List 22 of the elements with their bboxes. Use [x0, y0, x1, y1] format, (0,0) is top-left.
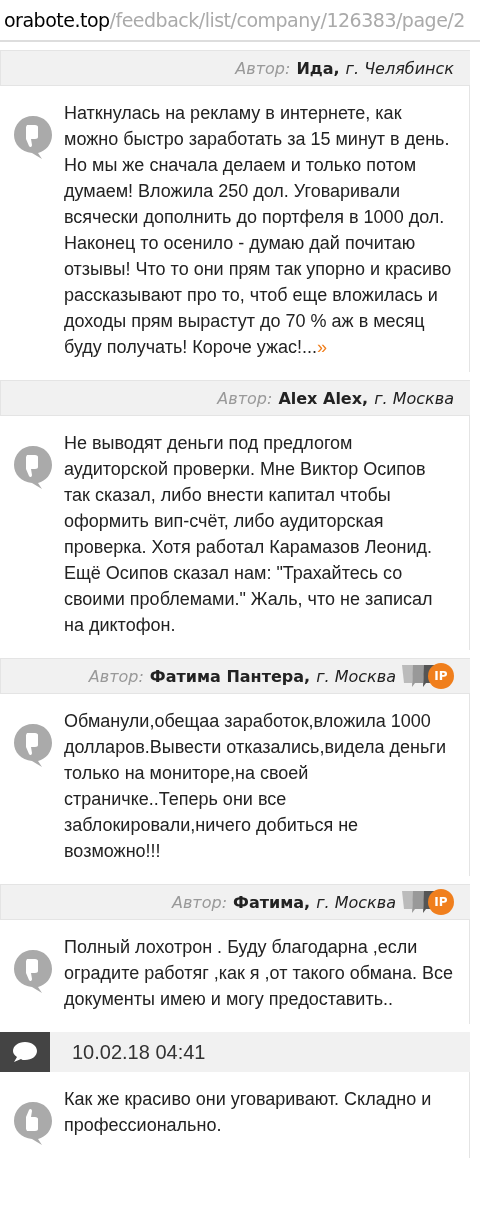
address-field[interactable]: orabote.top/feedback/list/company/126383/page/2: [4, 9, 465, 31]
author-label: Автор:: [172, 892, 227, 912]
ip-badge: IP: [428, 663, 454, 689]
author-name: Фатима Пантера,: [149, 666, 311, 686]
author-name: Фатима,: [233, 892, 311, 912]
author-label: Автор:: [235, 58, 291, 78]
review-text: Полный лохотрон . Буду благодарна ,если оградите работяг ,как я ,от такого обмана. Все документы имею и могу предоставить..: [64, 936, 454, 1011]
author-name: Ида,: [296, 58, 340, 78]
author-city: г. Москва: [374, 388, 454, 408]
review-text: Наткнулась на рекламу в интернете, как можно быстро заработать за 15 минут в день. Но мы же сначала делаем и только потом думаем! Вложила 250 дол. Уговаривали всячески дополнить до портфеля в 1000 дол. Наконец то осенило - думаю дай почитаю отзывы! Что то они прям так упорно и красиво рассказывают про то, чтоб еще вложилась и доходы прям вырастут до 70 % аж в месяц буду получать! Короче ужас!...»: [64, 102, 453, 359]
review-text: Не выводят деньги под предлогом аудиторской проверки. Мне Виктор Осипов так сказал, либо внести капитал чтобы оформить вип-счёт, либо аудиторская проверка. Хотя работал Карамазов Леонид. Ещё Осипов сказал нам: "Трахайтесь со своими проблемами." Жаль, что не записал на диктофон.: [64, 432, 434, 637]
author-city: г. Москва: [316, 666, 396, 686]
review-text: Как же красиво они уговаривают. Складно и профессионально.: [64, 1088, 433, 1137]
ip-badge: IP: [428, 889, 454, 915]
author-city: г. Челябинск: [345, 58, 454, 78]
author-label: Автор:: [88, 666, 144, 686]
author-city: г. Москва: [316, 892, 396, 912]
author-label: Автор:: [217, 388, 273, 408]
review-date: 10.02.18 04:41: [72, 1040, 206, 1064]
review-text: Обманули,обещаа заработок,вложила 1000 долларов.Вывести отказались,видела деньги только на мониторе,на своей страничке..Теперь они все заблокировали,ничего добиться не возможно!!!: [64, 710, 447, 863]
author-name: Alex Alex,: [278, 388, 369, 408]
comment-icon: [12, 1041, 38, 1063]
